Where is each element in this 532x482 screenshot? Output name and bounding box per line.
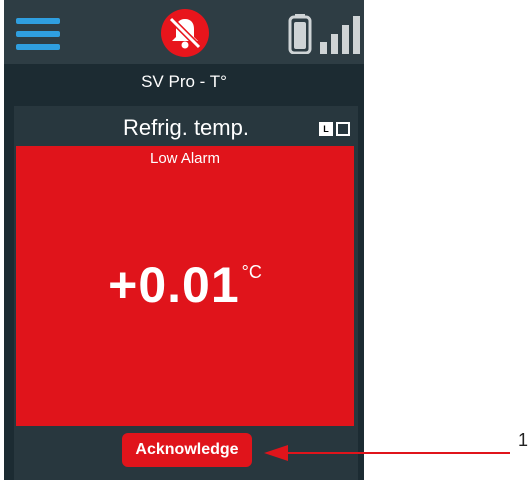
temperature-unit: °C — [241, 262, 262, 282]
mode-box-small — [336, 122, 350, 136]
callout-number: 1 — [518, 430, 529, 450]
temperature-value: +0.01 — [108, 257, 240, 313]
device-screen: SV Pro - T° Refrig. temp. L Low Alarm +0… — [4, 0, 364, 480]
status-bar — [4, 0, 364, 64]
device-name: SV Pro - T° — [141, 72, 227, 91]
mode-box-large: L — [319, 122, 333, 136]
tile-title: Refrig. temp. — [123, 115, 249, 140]
alarm-status-label: Low Alarm — [149, 150, 221, 167]
battery-icon — [288, 14, 312, 54]
acknowledge-button[interactable]: Acknowledge — [122, 433, 252, 467]
page: SV Pro - T° Refrig. temp. L Low Alarm +0… — [0, 0, 532, 482]
hamburger-menu-icon[interactable] — [16, 16, 60, 52]
bell-muted-icon[interactable] — [160, 8, 210, 58]
display-mode-indicator[interactable]: L — [319, 122, 350, 138]
temperature-reading: +0.01 °C — [16, 256, 354, 314]
temperature-tile[interactable]: Refrig. temp. L Low Alarm +0.01 °C Acknow… — [14, 106, 358, 480]
signal-strength-icon — [320, 16, 360, 54]
alarm-panel: Low Alarm +0.01 °C — [16, 146, 354, 426]
